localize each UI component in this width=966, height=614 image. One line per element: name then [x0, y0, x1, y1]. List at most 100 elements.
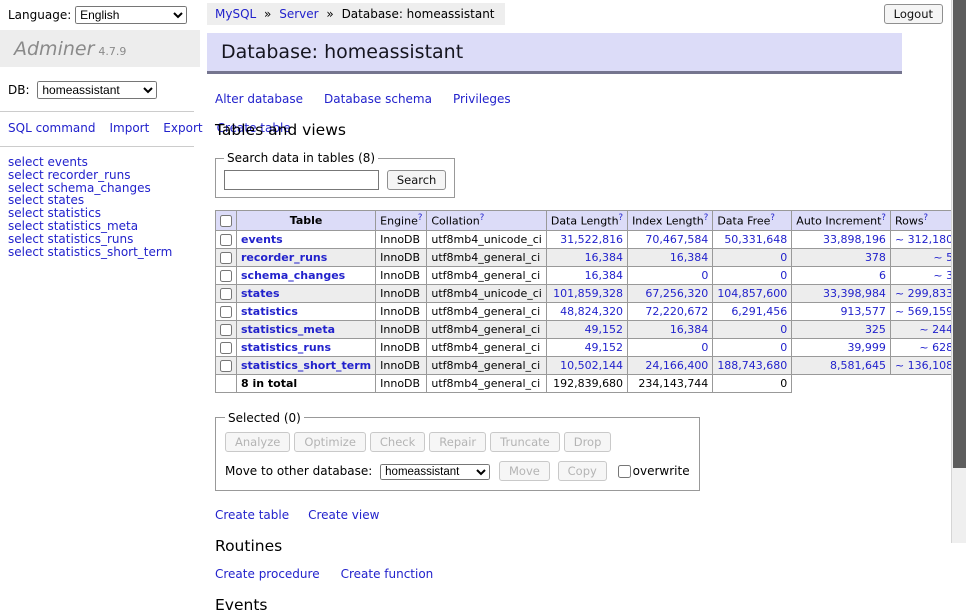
table-name-link[interactable]: events	[241, 233, 283, 246]
copy-button[interactable]: Copy	[558, 461, 607, 481]
data-length-link[interactable]: 49,152	[585, 341, 624, 354]
rows-link[interactable]: ~ 244	[919, 323, 953, 336]
column-help-link[interactable]: ?	[619, 213, 624, 223]
data-free-link[interactable]: 104,857,600	[717, 287, 787, 300]
rows-link[interactable]: ~ 569,159	[895, 305, 953, 318]
data-free-link[interactable]: 188,743,680	[717, 359, 787, 372]
column-help-link[interactable]: ?	[704, 213, 709, 223]
column-help-link[interactable]: ?	[924, 213, 929, 223]
database-action-link[interactable]: Privileges	[453, 92, 511, 106]
auto-increment-link[interactable]: 39,999	[847, 341, 886, 354]
sidebar-select-table-link[interactable]: select statistics_short_term	[8, 246, 192, 259]
table-name-link[interactable]: recorder_runs	[241, 251, 327, 264]
create-link[interactable]: Create view	[308, 508, 379, 522]
data-free-link[interactable]: 0	[780, 251, 787, 264]
data-free-link[interactable]: 50,331,648	[724, 233, 787, 246]
row-checkbox[interactable]	[220, 270, 232, 282]
column-help-link[interactable]: ?	[881, 213, 886, 223]
index-length-link[interactable]: 67,256,320	[645, 287, 708, 300]
row-checkbox[interactable]	[220, 288, 232, 300]
table-name-link[interactable]: schema_changes	[241, 269, 345, 282]
data-length-link[interactable]: 101,859,328	[553, 287, 623, 300]
language-select[interactable]: English	[75, 6, 187, 24]
table-name-link[interactable]: statistics_short_term	[241, 359, 371, 372]
auto-increment-link[interactable]: 33,398,984	[823, 287, 886, 300]
search-button[interactable]: Search	[387, 170, 447, 190]
overwrite-checkbox[interactable]	[618, 465, 631, 478]
row-checkbox[interactable]	[220, 252, 232, 264]
row-checkbox[interactable]	[220, 306, 232, 318]
row-checkbox[interactable]	[220, 342, 232, 354]
move-button[interactable]: Move	[499, 461, 550, 481]
selected-action-button[interactable]: Check	[370, 432, 425, 452]
sidebar-action-link[interactable]: Import	[109, 121, 149, 135]
data-free-link[interactable]: 6,291,456	[731, 305, 787, 318]
auto-increment-link[interactable]: 325	[865, 323, 886, 336]
sidebar-action-link[interactable]: SQL command	[8, 121, 95, 135]
auto-increment-link[interactable]: 6	[879, 269, 886, 282]
rows-link[interactable]: ~ 312,180	[895, 233, 953, 246]
auto-increment-link[interactable]: 8,581,645	[830, 359, 886, 372]
auto-increment-link[interactable]: 913,577	[840, 305, 886, 318]
selected-action-button[interactable]: Truncate	[490, 432, 560, 452]
index-length-link[interactable]: 16,384	[670, 323, 709, 336]
table-name-link[interactable]: states	[241, 287, 280, 300]
data-length-link[interactable]: 16,384	[585, 251, 624, 264]
logout-button[interactable]: Logout	[884, 4, 943, 24]
index-length-link[interactable]: 16,384	[670, 251, 709, 264]
table-name-link[interactable]: statistics_runs	[241, 341, 331, 354]
search-input[interactable]	[224, 170, 379, 190]
data-length-link[interactable]: 10,502,144	[560, 359, 623, 372]
auto-increment-cell: 6	[792, 266, 891, 284]
selected-action-button[interactable]: Drop	[564, 432, 612, 452]
column-header: Data Free?	[713, 211, 792, 231]
sidebar-select-table-link[interactable]: select events	[8, 156, 192, 169]
sidebar-action-link[interactable]: Export	[163, 121, 202, 135]
db-select[interactable]: homeassistant	[37, 81, 157, 99]
data-free-link[interactable]: 0	[780, 323, 787, 336]
rows-link[interactable]: ~ 628	[919, 341, 953, 354]
data-free-link[interactable]: 0	[780, 341, 787, 354]
selected-action-button[interactable]: Optimize	[294, 432, 366, 452]
data-length-link[interactable]: 49,152	[585, 323, 624, 336]
auto-increment-link[interactable]: 378	[865, 251, 886, 264]
data-length-link[interactable]: 16,384	[585, 269, 624, 282]
rows-link[interactable]: ~ 299,833	[895, 287, 953, 300]
select-all-checkbox[interactable]	[220, 215, 232, 227]
index-length-link[interactable]: 0	[701, 269, 708, 282]
database-action-link[interactable]: Database schema	[324, 92, 432, 106]
database-action-link[interactable]: Alter database	[215, 92, 303, 106]
create-links: Create table Create view	[215, 508, 902, 522]
column-help-link[interactable]: ?	[480, 213, 485, 223]
vertical-scrollbar[interactable]	[951, 0, 966, 543]
scrollbar-thumb[interactable]	[953, 0, 966, 468]
breadcrumb-link-server[interactable]: Server	[279, 7, 318, 21]
table-name-link[interactable]: statistics	[241, 305, 298, 318]
index-length-link[interactable]: 72,220,672	[645, 305, 708, 318]
routine-create-link[interactable]: Create function	[341, 567, 434, 581]
index-length-link[interactable]: 70,467,584	[645, 233, 708, 246]
data-length-link[interactable]: 48,824,320	[560, 305, 623, 318]
rows-link[interactable]: ~ 136,108	[895, 359, 953, 372]
routine-create-link[interactable]: Create procedure	[215, 567, 320, 581]
index-length-link[interactable]: 24,166,400	[645, 359, 708, 372]
selected-action-button[interactable]: Repair	[429, 432, 486, 452]
sidebar-select-table-link[interactable]: select statistics_runs	[8, 233, 192, 246]
move-database-select[interactable]: homeassistant	[380, 464, 490, 480]
column-help-link[interactable]: ?	[770, 213, 775, 223]
data-length-link[interactable]: 31,522,816	[560, 233, 623, 246]
sidebar-select-table-link[interactable]: select statistics_meta	[8, 220, 192, 233]
index-length-link[interactable]: 0	[701, 341, 708, 354]
row-checkbox[interactable]	[220, 324, 232, 336]
row-checkbox[interactable]	[220, 234, 232, 246]
breadcrumb-link-mysql[interactable]: MySQL	[215, 7, 256, 21]
auto-increment-link[interactable]: 33,898,196	[823, 233, 886, 246]
data-free-link[interactable]: 0	[780, 269, 787, 282]
selected-action-button[interactable]: Analyze	[225, 432, 290, 452]
row-checkbox[interactable]	[220, 360, 232, 372]
create-link[interactable]: Create table	[215, 508, 289, 522]
column-help-link[interactable]: ?	[418, 213, 423, 223]
table-name-link[interactable]: statistics_meta	[241, 323, 335, 336]
tables-section-title: Tables and views	[215, 121, 902, 139]
sidebar-select-table-link[interactable]: select recorder_runs	[8, 169, 192, 182]
